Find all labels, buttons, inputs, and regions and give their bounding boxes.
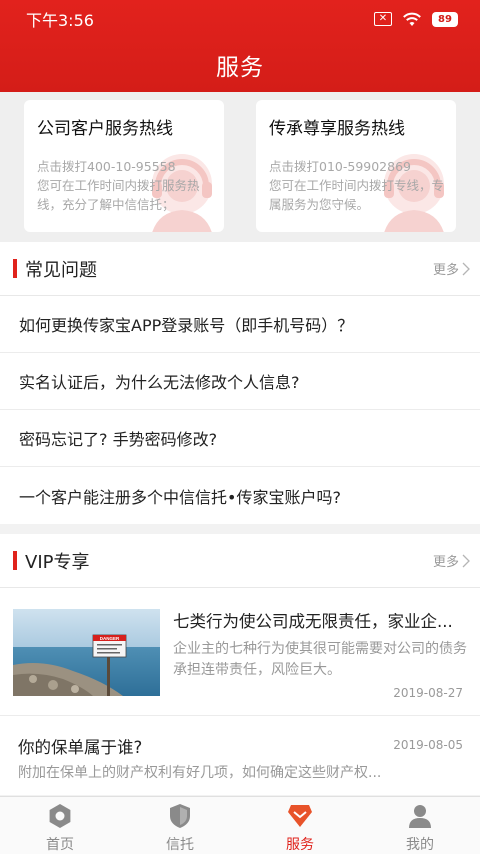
article-thumbnail: DANGER — [13, 609, 160, 696]
tab-service[interactable]: 服务 — [240, 797, 360, 854]
hotline-phone[interactable]: 点击拨打400-10-95558 — [37, 157, 219, 176]
person-icon — [409, 805, 431, 828]
faq-section: 常见问题 更多 如何更换传家宝APP登录账号（即手机号码）？ 实名认证后，为什么… — [0, 242, 480, 524]
hotline-title: 传承尊享服务热线 — [269, 119, 405, 139]
article-title: 七类行为使公司成无限责任，家业企... — [173, 612, 453, 631]
status-bar: 下午3:56 ✕ 89 — [0, 0, 480, 38]
hotline-note: 您可在工作时间内拨打专线，专属服务为您守候。 — [269, 178, 445, 212]
article-item[interactable]: DANGER 七类行为使公司成无限责任，家业企... 企业主的七种行为使其很可能… — [0, 588, 480, 716]
faq-more-link[interactable]: 更多 — [433, 259, 470, 278]
faq-section-title: 常见问题 — [25, 259, 97, 281]
wifi-icon — [403, 12, 421, 26]
hotline-phone[interactable]: 点击拨打010-59902869 — [269, 157, 451, 176]
page-title: 服务 — [216, 55, 264, 81]
tab-trust[interactable]: 信托 — [120, 797, 240, 854]
faq-item[interactable]: 密码忘记了? 手势密码修改? — [0, 410, 480, 467]
hotline-description: 点击拨打400-10-95558 您可在工作时间内拨打服务热线，充分了解中信信托… — [37, 157, 219, 214]
article-date: 2019-08-27 — [393, 686, 463, 700]
tab-label: 服务 — [286, 837, 314, 853]
tab-label: 信托 — [166, 837, 194, 853]
section-marker — [13, 259, 17, 278]
danger-sign-photo: DANGER — [13, 609, 160, 696]
home-hexagon-icon — [49, 804, 71, 828]
service-diamond-icon — [288, 805, 312, 827]
sim-disabled-icon: ✕ — [374, 12, 392, 26]
article-date: 2019-08-05 — [393, 738, 463, 752]
status-icons: ✕ 89 — [374, 11, 458, 27]
tab-home[interactable]: 首页 — [0, 797, 120, 854]
tab-label: 我的 — [406, 837, 434, 853]
battery-icon: 89 — [432, 11, 458, 27]
hotline-description: 点击拨打010-59902869 您可在工作时间内拨打专线，专属服务为您守候。 — [269, 157, 451, 214]
article-item[interactable]: 你的保单属于谁? 2019-08-05 附加在保单上的财产权利有好几项，如何确定… — [0, 716, 480, 795]
shield-icon — [170, 804, 190, 828]
faq-item[interactable]: 一个客户能注册多个中信信托•传家宝账户吗? — [0, 467, 480, 524]
article-summary: 企业主的七种行为使其很可能需要对公司的债务承担连带责任，风险巨大。 — [173, 641, 467, 678]
article-summary: 附加在保单上的财产权利有好几项，如何确定这些财产权... — [18, 765, 382, 781]
hotline-area: 公司客户服务热线 点击拨打400-10-95558 您可在工作时间内拨打服务热线… — [0, 92, 480, 242]
faq-item[interactable]: 如何更换传家宝APP登录账号（即手机号码）？ — [0, 296, 480, 353]
hotline-card-company[interactable]: 公司客户服务热线 点击拨打400-10-95558 您可在工作时间内拨打服务热线… — [24, 100, 224, 232]
chevron-right-icon — [462, 262, 470, 275]
tab-mine[interactable]: 我的 — [360, 797, 480, 854]
vip-more-link[interactable]: 更多 — [433, 551, 470, 570]
faq-item[interactable]: 实名认证后，为什么无法修改个人信息? — [0, 353, 480, 410]
section-marker — [13, 551, 17, 570]
status-time: 下午3:56 — [26, 11, 94, 30]
bottom-tab-bar: 首页 信托 服务 我的 — [0, 796, 480, 854]
app-header: 下午3:56 ✕ 89 服务 — [0, 0, 480, 92]
vip-section: VIP专享 更多 DANGER 七类行为使公司成无限责任，家业企... 企业主的… — [0, 534, 480, 795]
hotline-card-heritage[interactable]: 传承尊享服务热线 点击拨打010-59902869 您可在工作时间内拨打专线，专… — [256, 100, 456, 232]
hotline-title: 公司客户服务热线 — [37, 119, 173, 139]
vip-section-header: VIP专享 更多 — [0, 534, 480, 588]
thumbnail-sign-text: DANGER — [100, 636, 120, 641]
vip-section-title: VIP专享 — [25, 551, 90, 573]
article-title: 你的保单属于谁? — [18, 738, 143, 757]
faq-section-header: 常见问题 更多 — [0, 242, 480, 296]
tab-label: 首页 — [46, 837, 74, 853]
hotline-note: 您可在工作时间内拨打服务热线，充分了解中信信托； — [37, 178, 200, 212]
chevron-right-icon — [462, 554, 470, 567]
